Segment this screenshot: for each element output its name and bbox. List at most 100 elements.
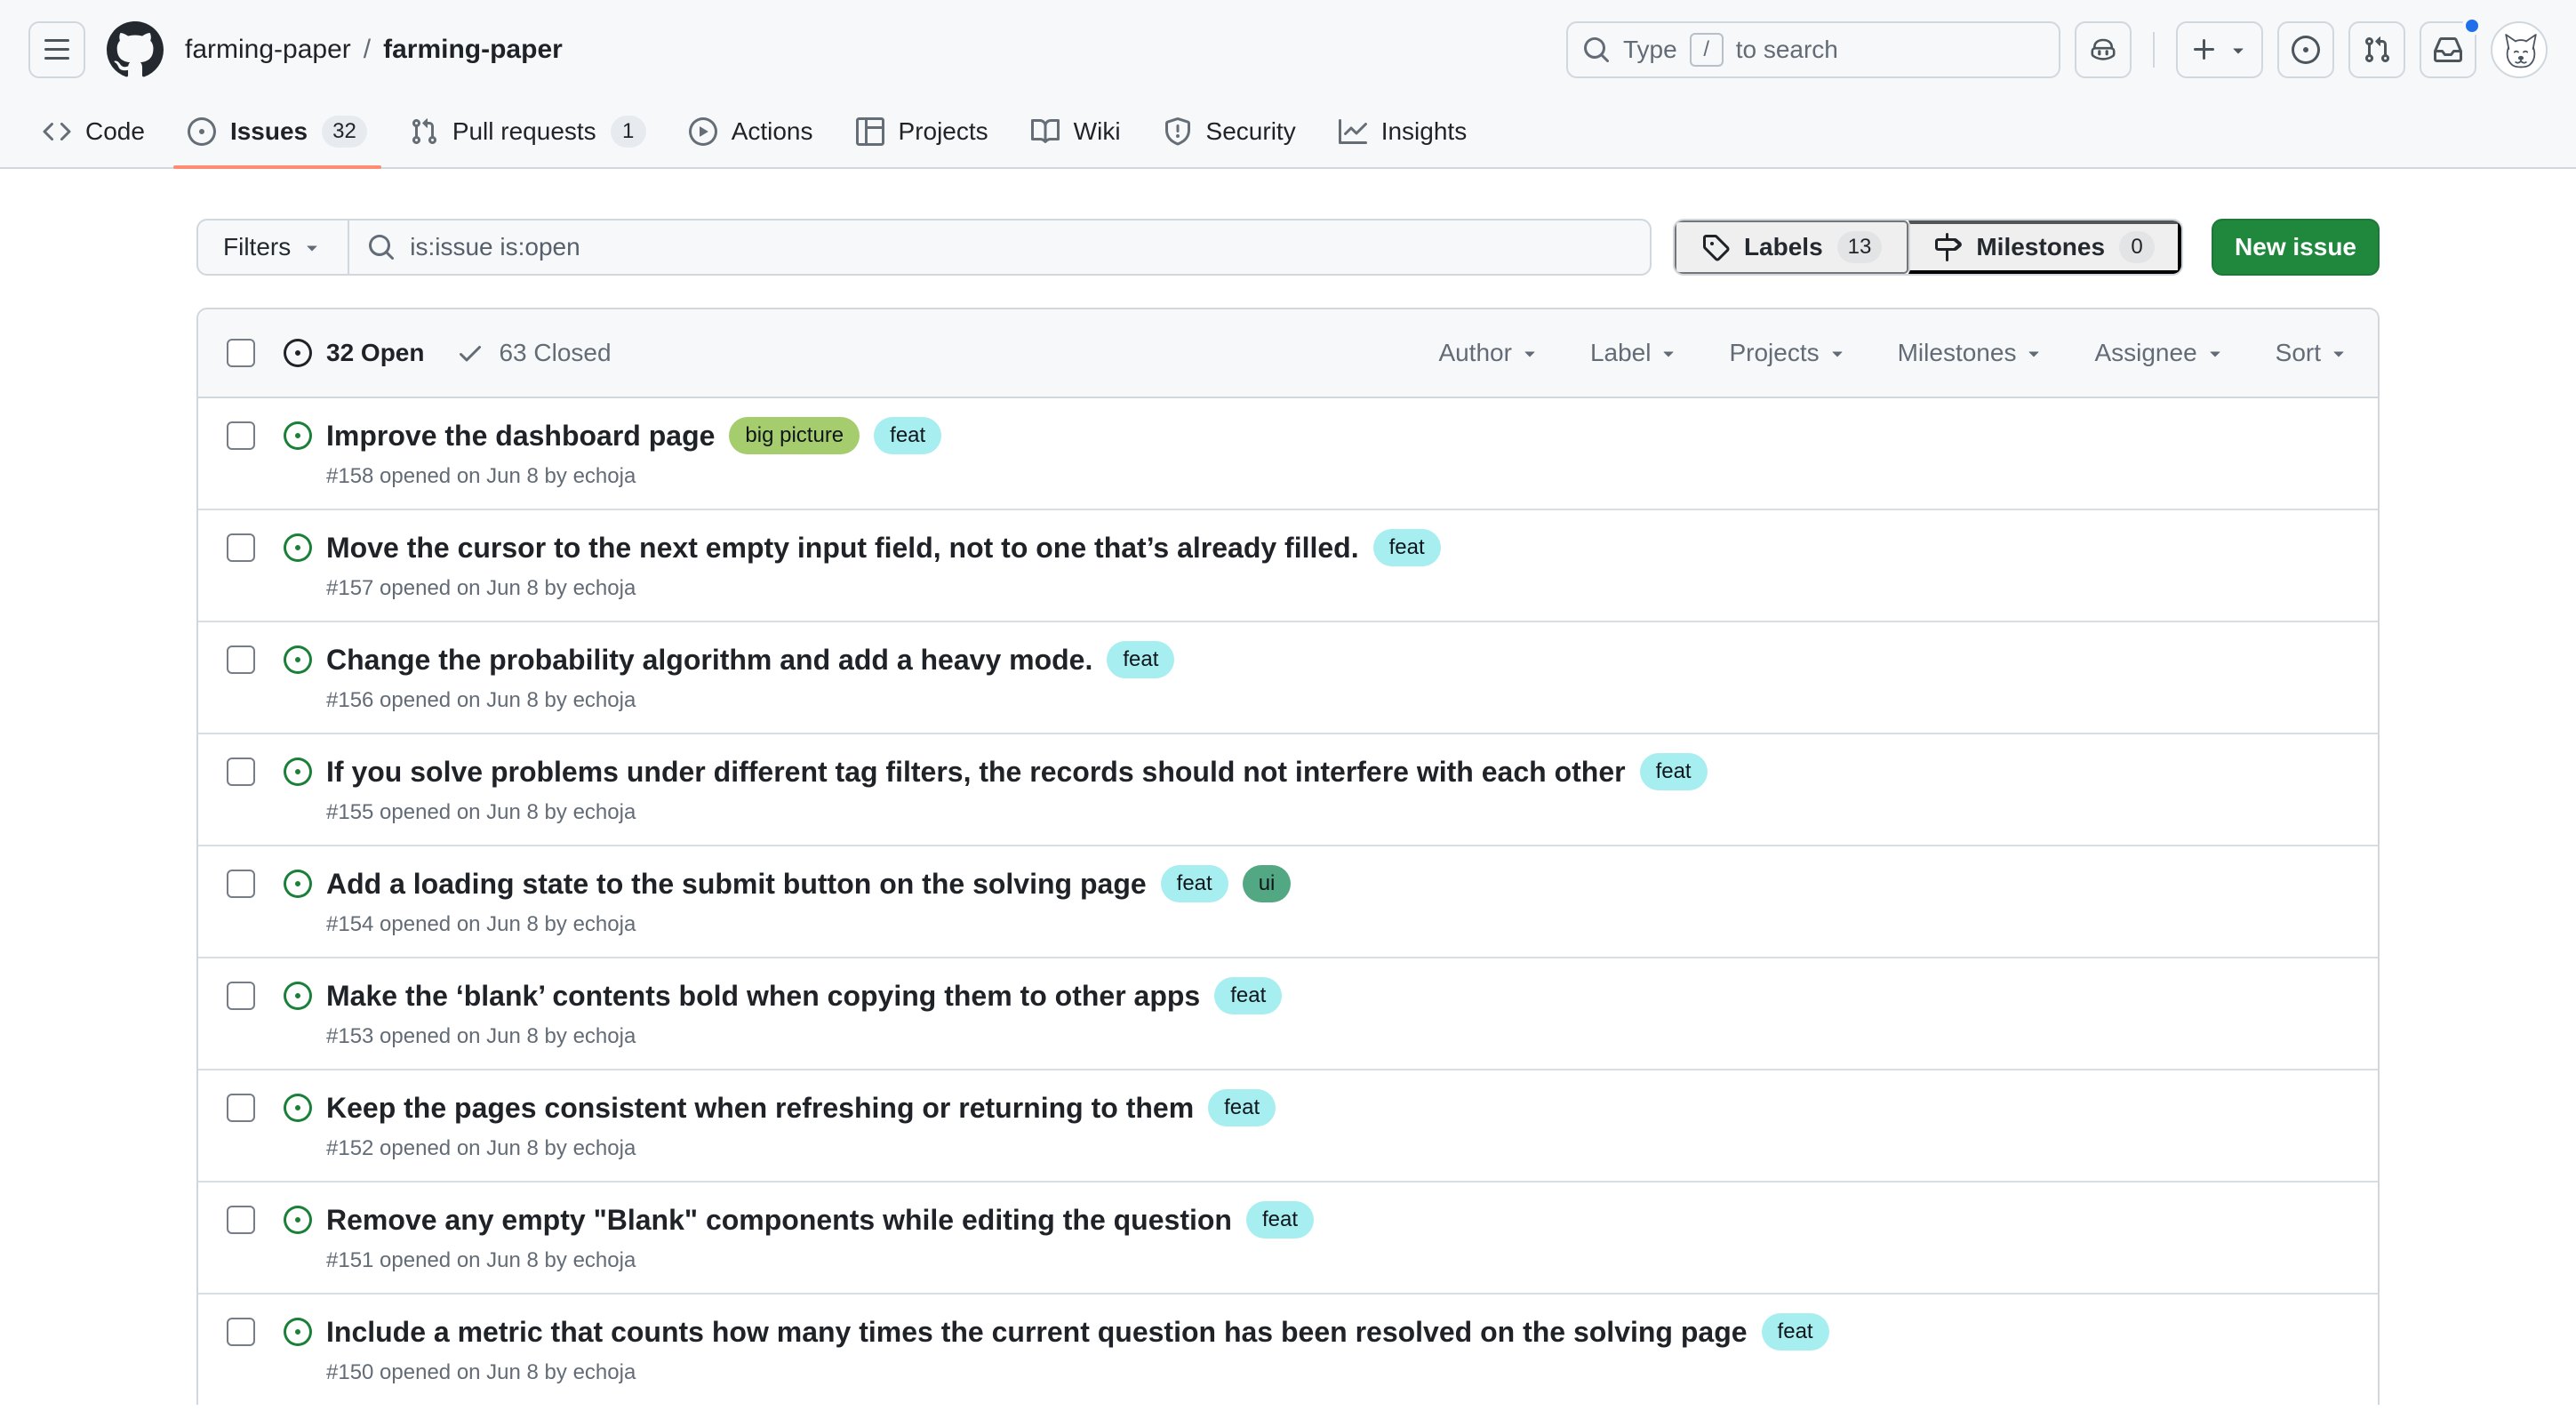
assignee-dropdown[interactable]: Assignee [2094,339,2225,367]
issue-title[interactable]: If you solve problems under different ta… [326,752,1626,791]
issue-title[interactable]: Include a metric that counts how many ti… [326,1312,1748,1351]
issue-label[interactable]: feat [1246,1201,1314,1239]
create-new-button[interactable] [2176,21,2263,78]
issue-meta: #150 opened on Jun 8 by echoja [326,1359,1829,1387]
copilot-button[interactable] [2075,21,2132,78]
projects-dropdown[interactable]: Projects [1729,339,1847,367]
inbox-button[interactable] [2420,21,2476,78]
tab-label: Projects [899,117,988,146]
issue-title[interactable]: Add a loading state to the submit button… [326,864,1147,903]
your-pull-requests-button[interactable] [2348,21,2405,78]
issue-checkbox[interactable] [227,982,255,1010]
closed-count-label: 63 Closed [499,339,611,367]
issue-checkbox[interactable] [227,870,255,898]
milestones-label: Milestones [1976,233,2105,261]
issue-checkbox[interactable] [227,1094,255,1122]
issue-checkbox[interactable] [227,421,255,450]
copilot-icon [2089,36,2117,64]
triangle-down-icon [1519,342,1540,364]
your-issues-button[interactable] [2277,21,2334,78]
issue-opened-icon [284,533,312,562]
issue-row: Improve the dashboard page big picture f… [198,398,2378,509]
new-issue-button[interactable]: New issue [2212,219,2380,276]
git-pull-request-icon [2363,36,2391,64]
unread-notification-dot [2462,16,2482,36]
label-dropdown[interactable]: Label [1590,339,1680,367]
issue-row: If you solve problems under different ta… [198,733,2378,845]
milestone-icon [1933,233,1962,261]
select-all-checkbox[interactable] [227,339,255,367]
issue-title[interactable]: Change the probability algorithm and add… [326,640,1092,679]
code-icon [43,117,71,146]
breadcrumb-repo-link[interactable]: farming-paper [383,35,563,65]
filters-dropdown-button[interactable]: Filters [196,219,349,276]
tab-pull-requests[interactable]: Pull requests 1 [396,96,660,167]
issue-title[interactable]: Keep the pages consistent when refreshin… [326,1088,1194,1127]
breadcrumb-owner-link[interactable]: farming-paper [185,35,351,65]
breadcrumb-separator: / [364,35,371,65]
plus-icon [2190,36,2219,64]
tab-actions[interactable]: Actions [675,96,828,167]
tab-issues[interactable]: Issues 32 [173,96,381,167]
issue-label[interactable]: feat [1373,529,1441,566]
issues-search-query: is:issue is:open [410,233,580,261]
app-header: farming-paper / farming-paper Type / to … [0,0,2576,169]
issue-checkbox[interactable] [227,645,255,674]
three-bars-icon [43,36,71,64]
triangle-down-icon [2023,342,2044,364]
tab-wiki[interactable]: Wiki [1017,96,1135,167]
open-issues-toggle[interactable]: 32 Open [284,339,424,367]
issue-meta: #158 opened on Jun 8 by echoja [326,462,941,491]
issue-label[interactable]: feat [1107,641,1174,678]
labels-label: Labels [1744,233,1823,261]
issue-label[interactable]: feat [1762,1313,1829,1351]
github-logo[interactable] [107,21,164,78]
main-content: Filters is:issue is:open Labels 13 [0,169,2576,1405]
issue-title[interactable]: Remove any empty "Blank" components whil… [326,1200,1232,1239]
user-avatar[interactable] [2491,21,2548,78]
issue-title[interactable]: Improve the dashboard page [326,416,715,455]
issue-meta: #153 opened on Jun 8 by echoja [326,1022,1282,1051]
issue-label[interactable]: feat [874,417,941,454]
triangle-down-icon [301,236,323,258]
issue-label[interactable]: ui [1243,865,1292,902]
github-issues-page: farming-paper / farming-paper Type / to … [0,0,2576,1419]
issue-label[interactable]: feat [1208,1089,1276,1126]
milestones-dropdown[interactable]: Milestones [1898,339,2045,367]
triangle-down-icon [1827,342,1848,364]
issue-label[interactable]: feat [1640,753,1708,790]
tab-code[interactable]: Code [28,96,159,167]
issue-row: Make the ‘blank’ contents bold when copy… [198,957,2378,1069]
issue-checkbox[interactable] [227,1206,255,1234]
tab-insights[interactable]: Insights [1324,96,1482,167]
search-placeholder-suffix: to search [1736,36,1838,64]
tab-security[interactable]: Security [1149,96,1310,167]
avatar-dog-sketch [2492,23,2548,78]
issue-label[interactable]: feat [1214,977,1282,1014]
issue-row: Change the probability algorithm and add… [198,621,2378,733]
hamburger-menu-button[interactable] [28,21,85,78]
sort-dropdown[interactable]: Sort [2276,339,2349,367]
author-dropdown[interactable]: Author [1438,339,1540,367]
global-search-input[interactable]: Type / to search [1566,21,2060,78]
issue-opened-icon [284,1318,312,1346]
milestones-button[interactable]: Milestones 0 [1908,220,2181,274]
labels-button[interactable]: Labels 13 [1675,220,1908,274]
issue-title[interactable]: Make the ‘blank’ contents bold when copy… [326,976,1200,1015]
issue-opened-icon [284,1206,312,1234]
issues-search-input[interactable]: is:issue is:open [349,219,1652,276]
issue-label[interactable]: feat [1161,865,1228,902]
issue-title[interactable]: Move the cursor to the next empty input … [326,528,1359,567]
issues-list: 32 Open 63 Closed Author Label Projects … [196,308,2380,1405]
issue-checkbox[interactable] [227,533,255,562]
issue-opened-icon [284,870,312,898]
issues-list-header: 32 Open 63 Closed Author Label Projects … [198,309,2378,398]
tab-projects[interactable]: Projects [842,96,1003,167]
search-icon [1582,36,1611,64]
header-divider [2153,32,2155,68]
closed-issues-toggle[interactable]: 63 Closed [456,339,611,367]
issue-checkbox[interactable] [227,758,255,786]
issue-label[interactable]: big picture [729,417,860,454]
open-count-label: 32 Open [326,339,424,367]
issue-checkbox[interactable] [227,1318,255,1346]
